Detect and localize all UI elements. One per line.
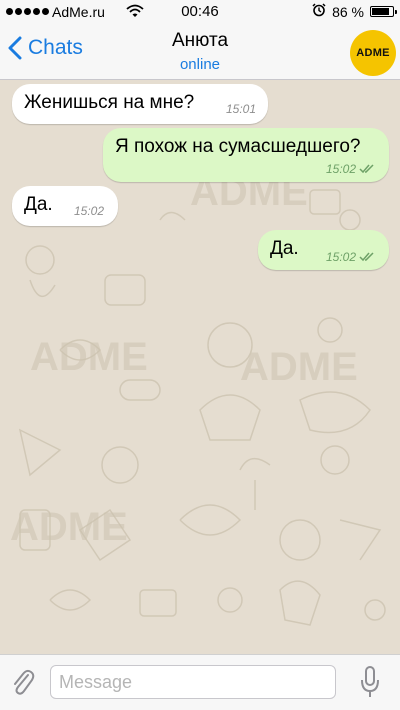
status-right-group: 86 % (312, 3, 397, 20)
double-check-icon (359, 252, 374, 262)
message-bubble-outgoing[interactable]: Да. 15:02 (258, 230, 389, 270)
microphone-icon[interactable] (360, 665, 380, 704)
alarm-icon (312, 3, 326, 20)
contact-status: online (179, 56, 221, 73)
message-time: 15:02 (73, 204, 104, 218)
message-composer (0, 654, 400, 710)
message-text: Женишься на мне? (24, 92, 195, 113)
chat-area[interactable]: ADME ADME ADME ADME ADME Женишься на мне… (0, 80, 400, 654)
status-bar: AdMe.ru 00:46 86 % (0, 0, 400, 24)
message-time: 15:02 (326, 158, 377, 180)
battery-fill (372, 8, 390, 15)
message-input[interactable] (50, 665, 336, 699)
message-time: 15:02 (326, 246, 377, 268)
wallpaper-watermark: ADME (240, 345, 358, 389)
message-bubble-incoming[interactable]: Женишься на мне? 15:01 (12, 84, 268, 124)
paperclip-icon[interactable] (10, 667, 36, 702)
contact-name[interactable]: Анюта (0, 30, 400, 52)
double-check-icon (359, 164, 374, 174)
chat-header: Chats Анюта online ADME (0, 24, 400, 80)
message-bubble-outgoing[interactable]: Я похож на сумасшедшего? 15:02 (103, 128, 389, 182)
message-text: Да. (24, 194, 53, 215)
battery-icon (370, 6, 397, 17)
message-time: 15:01 (225, 102, 256, 116)
battery-percent: 86 % (332, 3, 364, 20)
message-text: Я похож на сумасшедшего? (115, 136, 361, 157)
wallpaper-watermark: ADME (30, 335, 148, 379)
message-bubble-incoming[interactable]: Да. 15:02 (12, 186, 118, 226)
wallpaper-watermark: ADME (10, 505, 128, 549)
contact-avatar[interactable]: ADME (350, 30, 396, 76)
message-text: Да. (270, 238, 299, 259)
